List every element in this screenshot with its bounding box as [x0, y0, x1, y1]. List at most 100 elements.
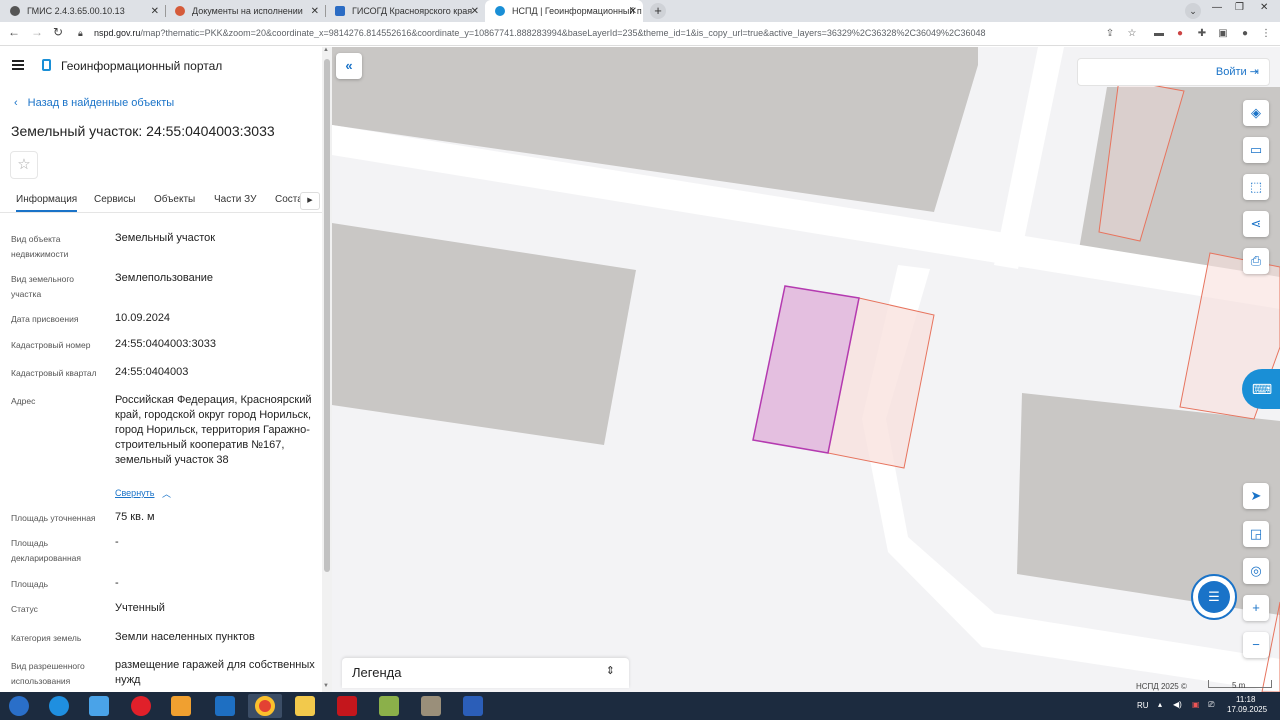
address-bar: ← → ↻ 🔒︎ nspd.gov.ru/map?thematic=PKK&zo…	[0, 22, 1280, 46]
new-tab-button[interactable]: +	[650, 3, 666, 19]
extension-icon[interactable]: ●	[1174, 28, 1186, 40]
area-select-icon[interactable]: ⬚	[1243, 174, 1269, 200]
panel-scrollbar[interactable]: ▲ ▼	[322, 47, 332, 692]
bookmark-star-icon[interactable]: ☆	[1126, 28, 1138, 40]
clock-time[interactable]: 11:18	[1236, 695, 1255, 704]
navigation-arrow-icon[interactable]: ➤	[1243, 483, 1269, 509]
application-icon[interactable]	[414, 694, 448, 718]
login-label: Войти	[1215, 66, 1247, 78]
legend-panel[interactable]: Легенда ⇕	[342, 658, 629, 688]
window-close-icon[interactable]: ✕	[1260, 2, 1268, 13]
chevron-right-icon[interactable]: ▶	[300, 192, 320, 210]
internet-explorer-icon[interactable]	[42, 694, 76, 718]
reload-icon[interactable]: ↻	[53, 25, 63, 39]
info-tabs: Информация Сервисы Объекты Части ЗУ Сост…	[0, 189, 322, 213]
tab-composition[interactable]: Соста	[275, 194, 303, 205]
field-label: Вид объекта недвижимости	[11, 234, 69, 259]
tab-title: Документы на исполнении	[192, 6, 303, 16]
collapse-panel-icon[interactable]: «	[336, 53, 362, 79]
action-center-icon[interactable]: ⎚	[1208, 700, 1214, 710]
tab-search-icon[interactable]: ⌄	[1185, 3, 1201, 19]
document-icon	[175, 6, 185, 16]
collapse-link[interactable]: Свернуть	[115, 488, 154, 498]
minimize-icon[interactable]: —	[1212, 2, 1222, 13]
tab-information[interactable]: Информация	[16, 194, 78, 212]
layers-icon[interactable]: ◈	[1243, 100, 1269, 126]
chat-button[interactable]: ☰	[1191, 574, 1237, 620]
maximize-icon[interactable]: ❐	[1235, 2, 1244, 13]
menu-dots-icon[interactable]: ⋮	[1260, 28, 1272, 40]
field-value: Землепользование	[115, 272, 214, 284]
share-icon[interactable]: ⇪	[1104, 28, 1116, 40]
tab-services[interactable]: Сервисы	[94, 194, 135, 205]
assistant-icon[interactable]: ⌨	[1242, 369, 1280, 409]
locate-icon[interactable]: ◎	[1243, 558, 1269, 584]
map-canvas[interactable]: « Войти ⇥ ◈ ▭ ⬚ ⋖ ⎙ ⌨ ➤ ◲ ◎ + − ☰ Легенд…	[332, 47, 1280, 692]
field-value: 24:55:0404003:3033	[115, 338, 216, 350]
field-value: размещение гаражей для собственных нужд	[115, 659, 315, 686]
clock-date[interactable]: 17.09.2025	[1227, 705, 1267, 714]
field-label: Кадастровый номер	[11, 340, 91, 350]
tab-objects[interactable]: Объекты	[154, 194, 195, 205]
browser-tab-nspd[interactable]: НСПД | Геоинформационный п ✕	[485, 0, 643, 22]
close-icon[interactable]: ✕	[629, 6, 637, 17]
field-value: Земельный участок	[115, 232, 216, 244]
ruler-icon[interactable]: ▭	[1243, 137, 1269, 163]
portal-logo-icon	[42, 59, 51, 71]
browser-tab-gmis[interactable]: ГМИС 2.4.3.65.00.10.13 ✕	[0, 0, 165, 22]
extension-icon[interactable]: ▬	[1153, 28, 1165, 40]
browser-tab-documents[interactable]: Документы на исполнении ✕	[165, 0, 325, 22]
chrome-icon[interactable]	[248, 694, 282, 718]
messenger-icon[interactable]	[82, 694, 116, 718]
field-label: Адрес	[11, 396, 36, 406]
field-label: Площадь	[11, 579, 49, 589]
forward-arrow-icon[interactable]: →	[31, 25, 43, 39]
field-value: -	[115, 536, 119, 548]
lock-icon[interactable]: 🔒︎	[78, 28, 83, 39]
acrobat-icon[interactable]	[330, 694, 364, 718]
field-label: Площадь уточненная	[11, 513, 96, 523]
field-value: Учтенный	[115, 602, 165, 614]
profile-icon[interactable]: ●	[1239, 28, 1251, 40]
close-icon[interactable]: ✕	[151, 6, 159, 17]
zoom-out-icon[interactable]: −	[1243, 632, 1269, 658]
volume-icon[interactable]: ◀)	[1173, 700, 1182, 709]
scroll-down-icon[interactable]: ▼	[323, 683, 329, 689]
close-icon[interactable]: ✕	[311, 6, 319, 17]
login-button[interactable]: Войти ⇥	[1216, 65, 1259, 78]
archive-icon[interactable]	[372, 694, 406, 718]
globe-icon	[10, 6, 20, 16]
start-button[interactable]	[2, 694, 36, 718]
favorite-star-icon[interactable]: ☆	[10, 151, 38, 179]
print-icon[interactable]: ⎙	[1243, 248, 1269, 274]
scrollbar-thumb[interactable]	[324, 59, 330, 572]
scroll-up-icon[interactable]: ▲	[323, 47, 329, 53]
close-icon[interactable]: ✕	[471, 6, 479, 17]
file-explorer-icon[interactable]	[288, 694, 322, 718]
object-info-panel: Геоинформационный портал ‹ Назад в найден…	[0, 47, 332, 692]
chevron-up-icon[interactable]: ︿	[162, 487, 171, 500]
puzzle-icon[interactable]: ✚	[1196, 28, 1208, 40]
opera-icon[interactable]	[124, 694, 158, 718]
outlook-icon[interactable]	[208, 694, 242, 718]
field-label: Статус	[11, 604, 38, 614]
tab-title: НСПД | Геоинформационный п	[512, 6, 642, 16]
word-icon[interactable]	[456, 694, 490, 718]
media-player-icon[interactable]	[164, 694, 198, 718]
back-arrow-icon[interactable]: ←	[8, 25, 20, 39]
minimap-icon[interactable]: ◲	[1243, 521, 1269, 547]
tab-parts[interactable]: Части ЗУ	[214, 194, 256, 205]
share-icon[interactable]: ⋖	[1243, 211, 1269, 237]
legend-title: Легенда	[352, 665, 402, 680]
back-to-results-link[interactable]: ‹ Назад в найденные объекты	[14, 97, 174, 109]
browser-tab-gisogd[interactable]: ГИСОГД Красноярского края ✕	[325, 0, 485, 22]
url-field[interactable]: nspd.gov.ru/map?thematic=PKK&zoom=20&coo…	[94, 28, 1094, 38]
expand-toggle-icon[interactable]: ⇕	[606, 664, 615, 677]
zoom-in-icon[interactable]: +	[1243, 595, 1269, 621]
tab-title: ГИСОГД Красноярского края	[352, 6, 473, 16]
menu-icon[interactable]	[12, 60, 24, 70]
tray-expand-icon[interactable]: ▴	[1158, 700, 1162, 709]
network-icon[interactable]: ▣	[1192, 700, 1200, 709]
sidebar-icon[interactable]: ▣	[1217, 28, 1229, 40]
language-indicator[interactable]: RU	[1137, 701, 1149, 710]
